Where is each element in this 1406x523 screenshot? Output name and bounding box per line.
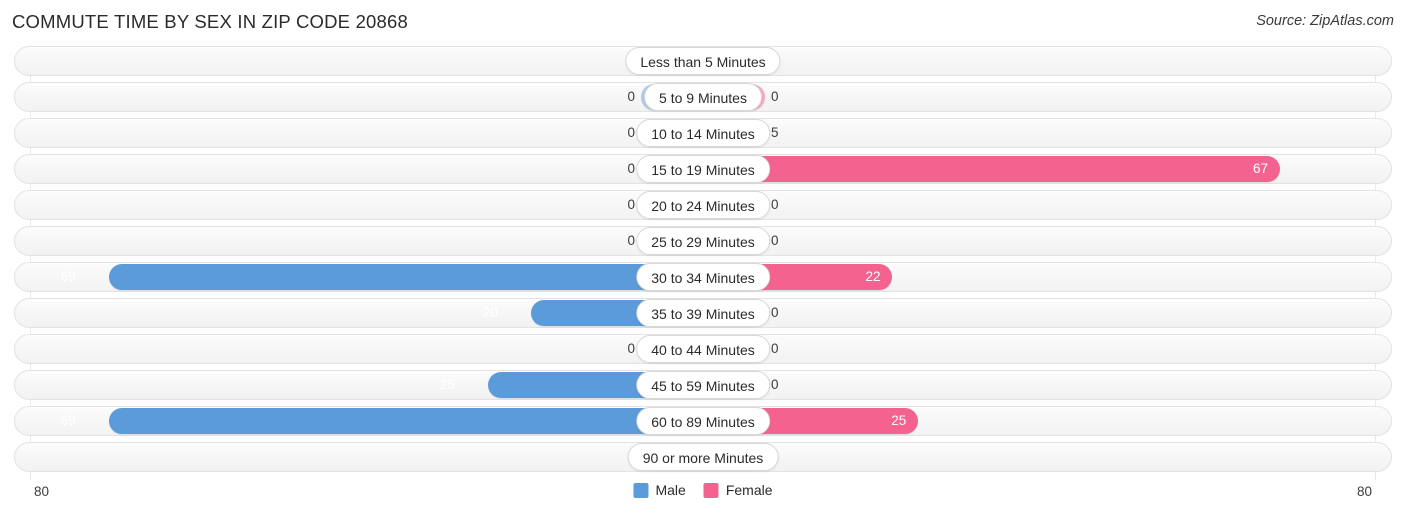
table-row[interactable]: 0 67 15 to 19 Minutes — [14, 154, 1392, 184]
category-label: Less than 5 Minutes — [625, 47, 781, 75]
bar-value-male: 0 — [627, 197, 635, 212]
chart-footer: 80 80 Male Female — [0, 480, 1406, 518]
legend-item-female[interactable]: Female — [703, 482, 773, 498]
table-row[interactable]: 0 0 40 to 44 Minutes — [14, 334, 1392, 364]
bar-value-female: 0 — [771, 233, 779, 248]
table-row[interactable]: 0 0 25 to 29 Minutes — [14, 226, 1392, 256]
chart-header: COMMUTE TIME BY SEX IN ZIP CODE 20868 So… — [0, 0, 1406, 46]
legend-label-male: Male — [655, 482, 686, 498]
table-row[interactable]: 20 0 35 to 39 Minutes — [14, 298, 1392, 328]
bar-value-male: 25 — [439, 377, 455, 392]
bar-rows: 00Less than 5 Minutes005 to 9 Minutes051… — [14, 46, 1392, 472]
bar-female[interactable] — [703, 156, 1281, 182]
bar-value-female: 67 — [1253, 161, 1269, 176]
chart-plot-area: 00Less than 5 Minutes005 to 9 Minutes051… — [14, 46, 1392, 480]
bar-value-male: 0 — [627, 341, 635, 356]
source-attribution: Source: ZipAtlas.com — [1256, 13, 1394, 29]
legend-label-female: Female — [725, 482, 773, 498]
bar-value-female: 0 — [771, 377, 779, 392]
bar-value-male: 0 — [627, 161, 635, 176]
category-label: 25 to 29 Minutes — [636, 227, 770, 255]
bar-value-male: 0 — [627, 89, 635, 104]
table-row[interactable]: 00Less than 5 Minutes — [14, 46, 1392, 76]
category-label: 60 to 89 Minutes — [636, 407, 770, 435]
bar-value-female: 5 — [771, 125, 779, 140]
legend-swatch-male-icon — [633, 482, 649, 498]
bar-male[interactable] — [108, 408, 703, 434]
bar-male[interactable] — [108, 264, 703, 290]
category-label: 30 to 34 Minutes — [636, 263, 770, 291]
bar-value-female: 25 — [891, 413, 907, 428]
table-row[interactable]: 0 5 10 to 14 Minutes — [14, 118, 1392, 148]
bar-value-male: 0 — [627, 233, 635, 248]
bar-value-female: 0 — [771, 89, 779, 104]
axis-label-right: 80 — [1356, 484, 1372, 499]
bar-value-female: 0 — [771, 305, 779, 320]
table-row[interactable]: 0 0 5 to 9 Minutes — [14, 82, 1392, 112]
bar-value-female: 22 — [865, 269, 881, 284]
bar-value-male: 69 — [60, 413, 76, 428]
bar-value-male: 0 — [575, 442, 635, 472]
category-label: 15 to 19 Minutes — [636, 155, 770, 183]
bar-value-male: 20 — [482, 305, 498, 320]
table-row[interactable]: 0 090 or more Minutes — [14, 442, 1392, 472]
bar-value-male: 0 — [627, 125, 635, 140]
table-row[interactable]: 0 0 20 to 24 Minutes — [14, 190, 1392, 220]
legend-item-male[interactable]: Male — [633, 482, 686, 498]
bar-value-female: 0 — [771, 197, 779, 212]
table-row[interactable]: 69 25 60 to 89 Minutes — [14, 406, 1392, 436]
table-row[interactable]: 25 0 45 to 59 Minutes — [14, 370, 1392, 400]
axis-label-left: 80 — [34, 484, 50, 499]
chart-legend: Male Female — [633, 482, 773, 498]
category-label: 20 to 24 Minutes — [636, 191, 770, 219]
category-label: 40 to 44 Minutes — [636, 335, 770, 363]
bar-value-female: 0 — [771, 442, 831, 472]
category-label: 10 to 14 Minutes — [636, 119, 770, 147]
page-title: COMMUTE TIME BY SEX IN ZIP CODE 20868 — [12, 11, 409, 32]
bar-value-male: 69 — [60, 269, 76, 284]
legend-swatch-female-icon — [703, 482, 719, 498]
category-label: 5 to 9 Minutes — [644, 83, 762, 111]
table-row[interactable]: 69 22 30 to 34 Minutes — [14, 262, 1392, 292]
category-label: 35 to 39 Minutes — [636, 299, 770, 327]
category-label: 90 or more Minutes — [627, 443, 779, 471]
category-label: 45 to 59 Minutes — [636, 371, 770, 399]
bar-value-female: 0 — [771, 341, 779, 356]
